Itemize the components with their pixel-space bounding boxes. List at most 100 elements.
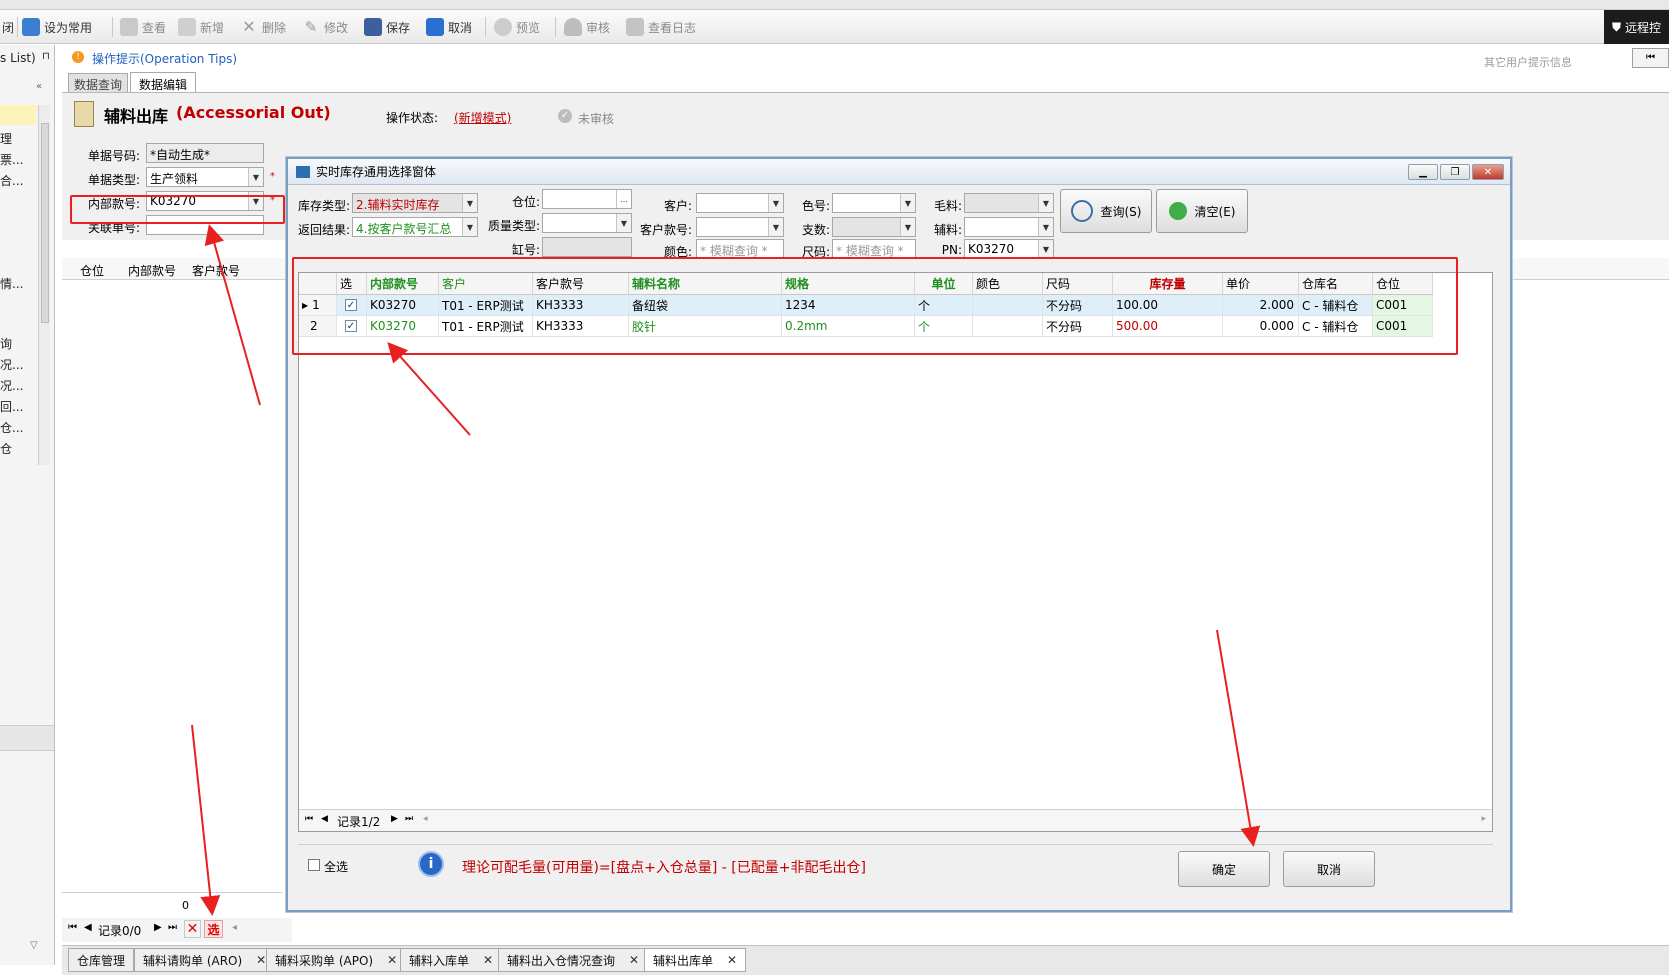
- dialog-titlebar[interactable]: 实时库存通用选择窗体 ▁ ❐ ✕: [288, 159, 1510, 185]
- scroll-left-icon[interactable]: ◂: [423, 814, 428, 824]
- close-button[interactable]: 闭: [2, 16, 14, 38]
- minimize-icon[interactable]: ▁: [1408, 164, 1438, 180]
- view-button[interactable]: 查看: [120, 16, 166, 38]
- nav-item[interactable]: 合...: [0, 172, 23, 189]
- doc-no-field[interactable]: *自动生成*: [146, 143, 264, 163]
- col-location[interactable]: 仓位: [1373, 273, 1433, 295]
- col-accessory-name[interactable]: 辅料名称: [629, 273, 782, 295]
- select-all-checkbox[interactable]: [308, 859, 320, 871]
- col-select[interactable]: 选: [337, 273, 367, 295]
- nav-item[interactable]: 票...: [0, 151, 23, 168]
- fabric-select[interactable]: ▼: [964, 193, 1054, 213]
- return-select[interactable]: 4.按客户款号汇总 ▼: [352, 217, 478, 237]
- tips-label[interactable]: 操作提示(Operation Tips): [92, 50, 237, 67]
- query-button[interactable]: 查询(S): [1060, 189, 1152, 233]
- nav-scrollbar[interactable]: [38, 105, 50, 465]
- dialog-cancel-button[interactable]: 取消: [1283, 851, 1375, 887]
- nav-selected-item[interactable]: [0, 105, 36, 125]
- pin-icon[interactable]: ⊓: [42, 51, 50, 62]
- tab-warehouse[interactable]: 仓库管理: [68, 948, 135, 972]
- close-tab-icon[interactable]: ✕: [727, 953, 737, 967]
- audit-button[interactable]: 审核: [564, 16, 610, 38]
- delete-button[interactable]: ✕ 删除: [240, 16, 286, 38]
- nav-item[interactable]: 情...: [0, 275, 23, 292]
- nav-item[interactable]: 况...: [0, 356, 23, 373]
- prev-record-icon[interactable]: ◀: [321, 814, 328, 824]
- first-page-icon[interactable]: ⏮: [1632, 48, 1669, 68]
- nav-item[interactable]: 况...: [0, 377, 23, 394]
- dropdown-arrow-icon[interactable]: ▼: [248, 192, 263, 210]
- row-select-cell[interactable]: ✓: [337, 316, 367, 337]
- cust-style-select[interactable]: ▼: [696, 217, 784, 237]
- col-customer[interactable]: 客户: [439, 273, 533, 295]
- dropdown-arrow-icon[interactable]: ▼: [1038, 240, 1053, 258]
- tab-in-out-query[interactable]: 辅料出入仓情况查询 ✕: [498, 948, 649, 972]
- row-select-cell[interactable]: ✓: [337, 295, 367, 316]
- close-tab-icon[interactable]: ✕: [387, 953, 397, 967]
- remote-control-button[interactable]: ⛊ 远程控: [1604, 10, 1669, 44]
- color-field[interactable]: * 模糊查询 *: [696, 239, 784, 259]
- accessory-select[interactable]: ▼: [964, 217, 1054, 237]
- location-field[interactable]: …: [542, 189, 632, 209]
- count-select[interactable]: ▼: [832, 217, 916, 237]
- doc-type-select[interactable]: 生产领料 ▼: [146, 167, 264, 187]
- preview-button[interactable]: 预览: [494, 16, 540, 38]
- nav-item[interactable]: 仓...: [0, 419, 23, 436]
- dropdown-arrow-icon[interactable]: ▼: [248, 168, 263, 186]
- tab-aro[interactable]: 辅料请购单 (ARO) ✕: [134, 948, 276, 972]
- view-log-button[interactable]: 查看日志: [626, 16, 696, 38]
- col-spec[interactable]: 规格: [782, 273, 915, 295]
- dropdown-arrow-icon[interactable]: ▼: [616, 214, 631, 232]
- scroll-right-icon[interactable]: ▸: [1481, 814, 1486, 824]
- delete-row-icon[interactable]: ✕: [184, 920, 201, 938]
- dropdown-arrow-icon[interactable]: ▼: [462, 218, 477, 236]
- checkbox-checked-icon[interactable]: ✓: [345, 320, 357, 332]
- edit-button[interactable]: ✎ 修改: [302, 16, 348, 38]
- inner-no-select[interactable]: K03270 ▼: [146, 191, 264, 211]
- next-record-icon[interactable]: ▶: [391, 814, 398, 824]
- col-color[interactable]: 颜色: [973, 273, 1043, 295]
- size-field[interactable]: * 模糊查询 *: [832, 239, 916, 259]
- col-stock[interactable]: 库存量: [1113, 273, 1223, 295]
- col-inner-no[interactable]: 内部款号: [128, 262, 176, 279]
- close-tab-icon[interactable]: ✕: [629, 953, 639, 967]
- dropdown-arrow-icon[interactable]: ▼: [1038, 218, 1053, 236]
- first-record-icon[interactable]: ⏮: [305, 814, 313, 824]
- col-warehouse[interactable]: 仓库名: [1299, 273, 1373, 295]
- col-cust-style[interactable]: 客户款号: [533, 273, 629, 295]
- col-price[interactable]: 单价: [1223, 273, 1299, 295]
- col-size[interactable]: 尺码: [1043, 273, 1113, 295]
- link-no-field[interactable]: [146, 215, 264, 235]
- close-tab-icon[interactable]: ✕: [483, 953, 493, 967]
- pn-select[interactable]: K03270 ▼: [964, 239, 1054, 259]
- customer-select[interactable]: ▼: [696, 193, 784, 213]
- close-tab-icon[interactable]: ✕: [256, 953, 266, 967]
- nav-item[interactable]: 理: [0, 130, 12, 147]
- expand-down-icon[interactable]: ▽: [30, 940, 38, 951]
- col-inner-no[interactable]: 内部款号: [367, 273, 439, 295]
- last-record-icon[interactable]: ⏭: [168, 922, 177, 933]
- cancel-button[interactable]: 取消: [426, 16, 472, 38]
- nav-group-bar[interactable]: [0, 725, 54, 751]
- col-cust-style[interactable]: 客户款号: [192, 262, 240, 279]
- quality-select[interactable]: ▼: [542, 213, 632, 233]
- last-record-icon[interactable]: ⏭: [405, 814, 413, 824]
- color-no-select[interactable]: ▼: [832, 193, 916, 213]
- ellipsis-icon[interactable]: …: [616, 190, 631, 208]
- nav-scroll-thumb[interactable]: [41, 123, 49, 323]
- next-record-icon[interactable]: ▶: [154, 922, 162, 933]
- col-unit[interactable]: 单位: [915, 273, 973, 295]
- checkbox-checked-icon[interactable]: ✓: [345, 299, 357, 311]
- first-record-icon[interactable]: ⏮: [68, 922, 77, 933]
- nav-item[interactable]: 仓: [0, 440, 12, 457]
- clear-button[interactable]: 清空(E): [1156, 189, 1248, 233]
- prev-record-icon[interactable]: ◀: [84, 922, 92, 933]
- ok-button[interactable]: 确定: [1178, 851, 1270, 887]
- vat-field[interactable]: [542, 237, 632, 257]
- close-window-icon[interactable]: ✕: [1472, 164, 1504, 180]
- col-location[interactable]: 仓位: [80, 262, 104, 279]
- scroll-left-icon[interactable]: ◂: [232, 922, 237, 933]
- restore-icon[interactable]: ❐: [1440, 164, 1470, 180]
- tab-in-stock[interactable]: 辅料入库单 ✕: [400, 948, 503, 972]
- nav-item[interactable]: 回...: [0, 398, 23, 415]
